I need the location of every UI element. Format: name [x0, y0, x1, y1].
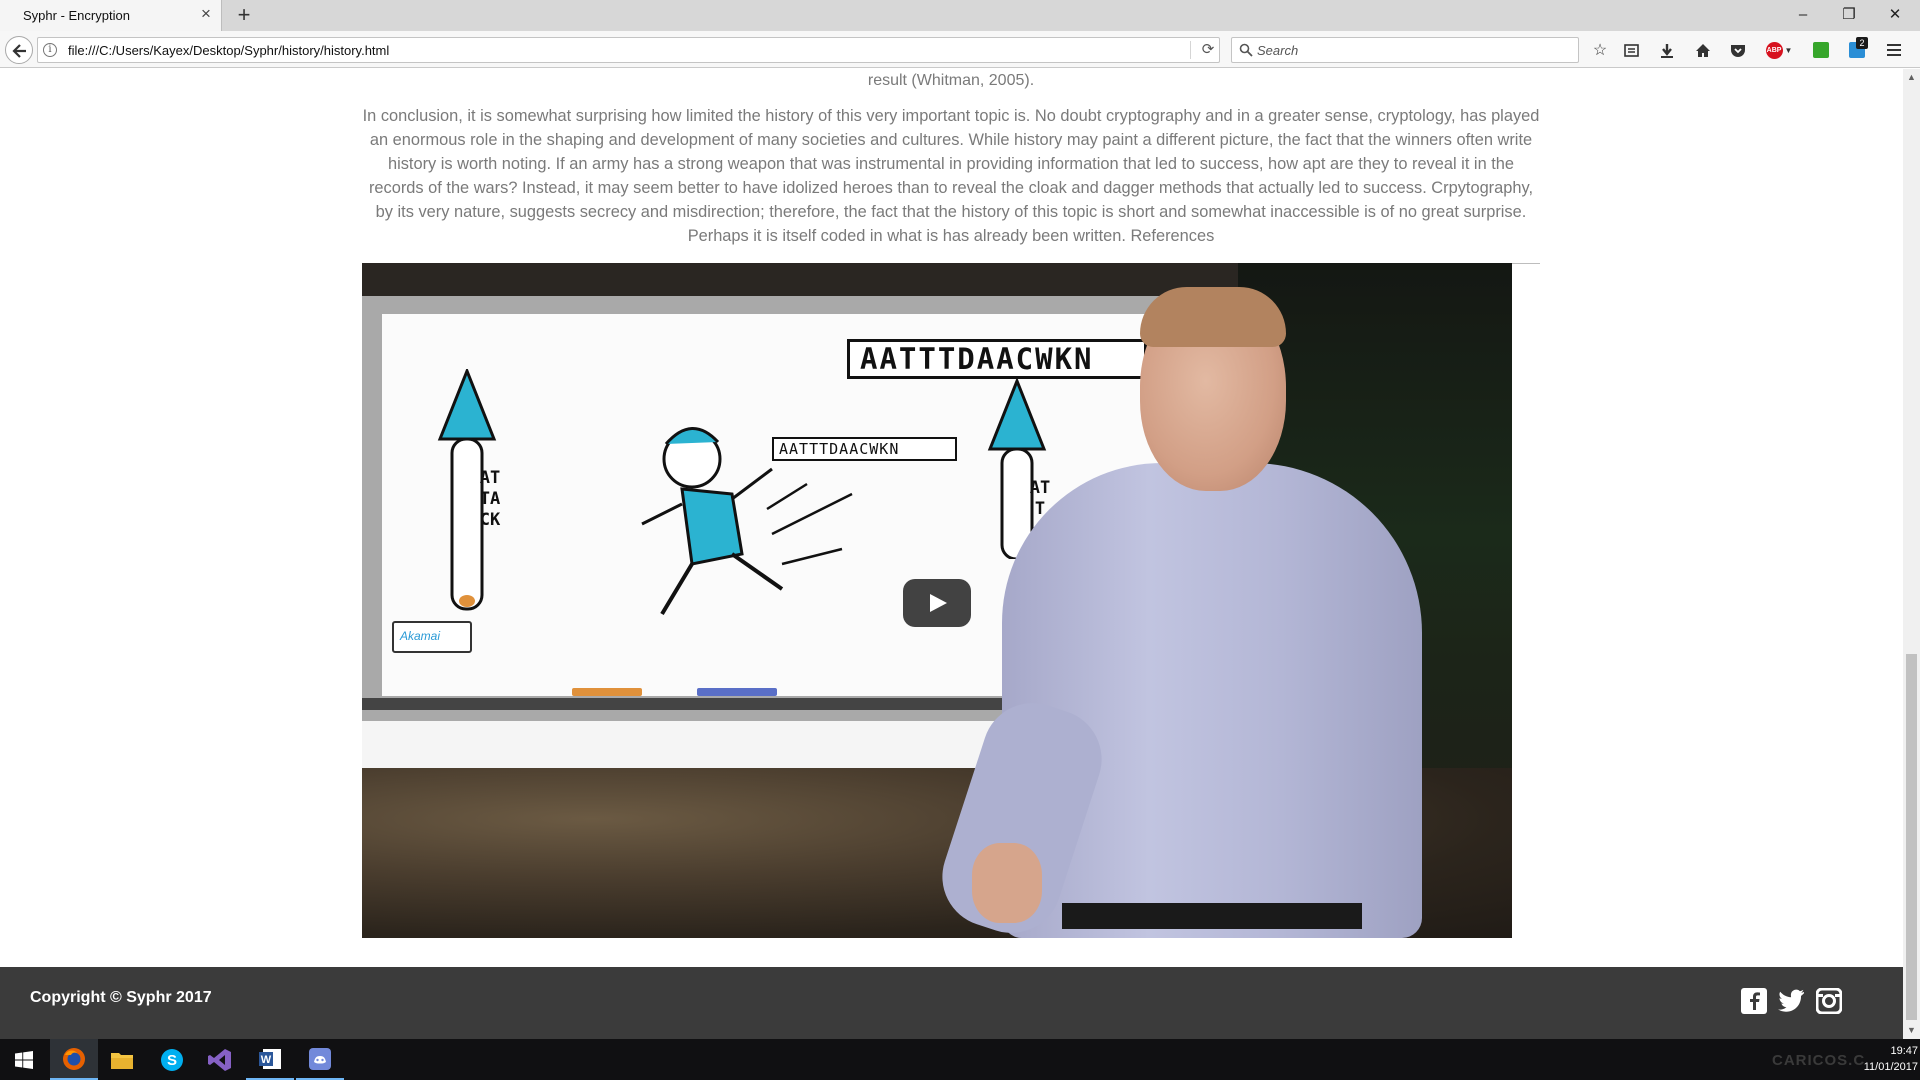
scroll-down-icon[interactable]: ▼ [1903, 1022, 1920, 1039]
restore-icon[interactable]: ❐ [1826, 0, 1872, 30]
conclusion-paragraph: In conclusion, it is somewhat surprising… [362, 107, 1540, 245]
copyright-text: Copyright © Syphr 2017 [30, 989, 212, 1006]
soldier-banner: AATTTDAACWKN [772, 437, 957, 461]
blue-marker [697, 688, 777, 696]
arrow-letters-left: ATTACK [479, 468, 501, 530]
notification-count: 2 [1856, 37, 1868, 49]
url-bar[interactable]: i file:///C:/Users/Kayex/Desktop/Syphr/h… [37, 37, 1220, 63]
embedded-video-player[interactable]: AATTTDAACWKN AATTTDAACWKN ATTACK ATT Aka… [362, 263, 1512, 938]
tab-title: Syphr - Encryption [23, 8, 130, 23]
bookmark-star-icon[interactable]: ☆ [1589, 39, 1611, 61]
previous-paragraph-tail: result (Whitman, 2005). [867, 72, 1035, 89]
whiteboard-banner: AATTTDAACWKN [847, 339, 1147, 379]
extension-green-icon[interactable] [1810, 39, 1832, 61]
page-content: result (Whitman, 2005). In conclusion, i… [0, 69, 1903, 1039]
firefox-taskbar-icon[interactable] [50, 1039, 98, 1080]
system-clock[interactable]: 19:47 11/01/2017 [1848, 1043, 1918, 1075]
skype-icon[interactable]: S [148, 1039, 196, 1080]
clock-date: 11/01/2017 [1863, 1061, 1918, 1073]
instagram-icon[interactable] [1815, 987, 1843, 1015]
extension-notification-icon[interactable]: 2 [1846, 37, 1868, 61]
word-icon[interactable]: W [246, 1039, 294, 1080]
site-info-icon[interactable]: i [43, 43, 57, 57]
site-footer: Copyright © Syphr 2017 [0, 967, 1903, 1039]
adblock-label: ABP [1765, 41, 1783, 59]
adblock-icon[interactable]: ABP ▼ [1764, 39, 1794, 61]
discord-icon[interactable] [296, 1039, 344, 1080]
download-icon[interactable] [1656, 39, 1678, 61]
facebook-icon[interactable] [1740, 987, 1768, 1015]
url-divider [1190, 41, 1191, 59]
search-bar[interactable]: Search [1231, 37, 1579, 63]
presenter-hair [1140, 287, 1286, 347]
search-placeholder: Search [1257, 43, 1299, 58]
scrollbar-thumb[interactable] [1906, 654, 1917, 1020]
menu-hamburger-icon[interactable] [1883, 39, 1905, 61]
windows-start-icon[interactable] [0, 1039, 48, 1080]
scroll-up-icon[interactable]: ▲ [1903, 69, 1920, 86]
back-button[interactable] [5, 36, 33, 64]
navigation-toolbar: i file:///C:/Users/Kayex/Desktop/Syphr/h… [0, 31, 1920, 68]
browser-tab[interactable]: Syphr - Encryption × [0, 0, 222, 31]
close-tab-icon[interactable]: × [198, 5, 214, 22]
window-close-icon[interactable]: ✕ [1872, 0, 1918, 30]
visual-studio-icon[interactable] [196, 1039, 244, 1080]
orange-marker [572, 688, 642, 696]
bookmarks-list-icon[interactable] [1620, 39, 1642, 61]
minimize-icon[interactable]: – [1780, 0, 1826, 30]
akamai-logo: Akamai [392, 621, 472, 653]
home-icon[interactable] [1692, 39, 1714, 61]
video-play-button[interactable] [903, 579, 971, 627]
url-text[interactable]: file:///C:/Users/Kayex/Desktop/Syphr/his… [68, 43, 389, 58]
reload-icon[interactable]: ⟳ [1199, 41, 1217, 59]
search-icon [1239, 43, 1253, 57]
twitter-icon[interactable] [1777, 987, 1805, 1015]
clock-time: 19:47 [1890, 1045, 1918, 1057]
pocket-icon[interactable] [1727, 39, 1749, 61]
tab-strip: Syphr - Encryption × + – ❐ ✕ [0, 0, 1920, 31]
back-arrow-icon [12, 44, 26, 58]
new-tab-icon[interactable]: + [234, 4, 254, 26]
svg-text:W: W [261, 1054, 272, 1066]
presenter-belt [1062, 903, 1362, 929]
svg-text:S: S [167, 1052, 177, 1069]
file-explorer-icon[interactable] [98, 1039, 146, 1080]
windows-taskbar: S W CARICOS.C 19:47 11/01/2017 [0, 1039, 1920, 1080]
presenter-hand [972, 843, 1042, 923]
